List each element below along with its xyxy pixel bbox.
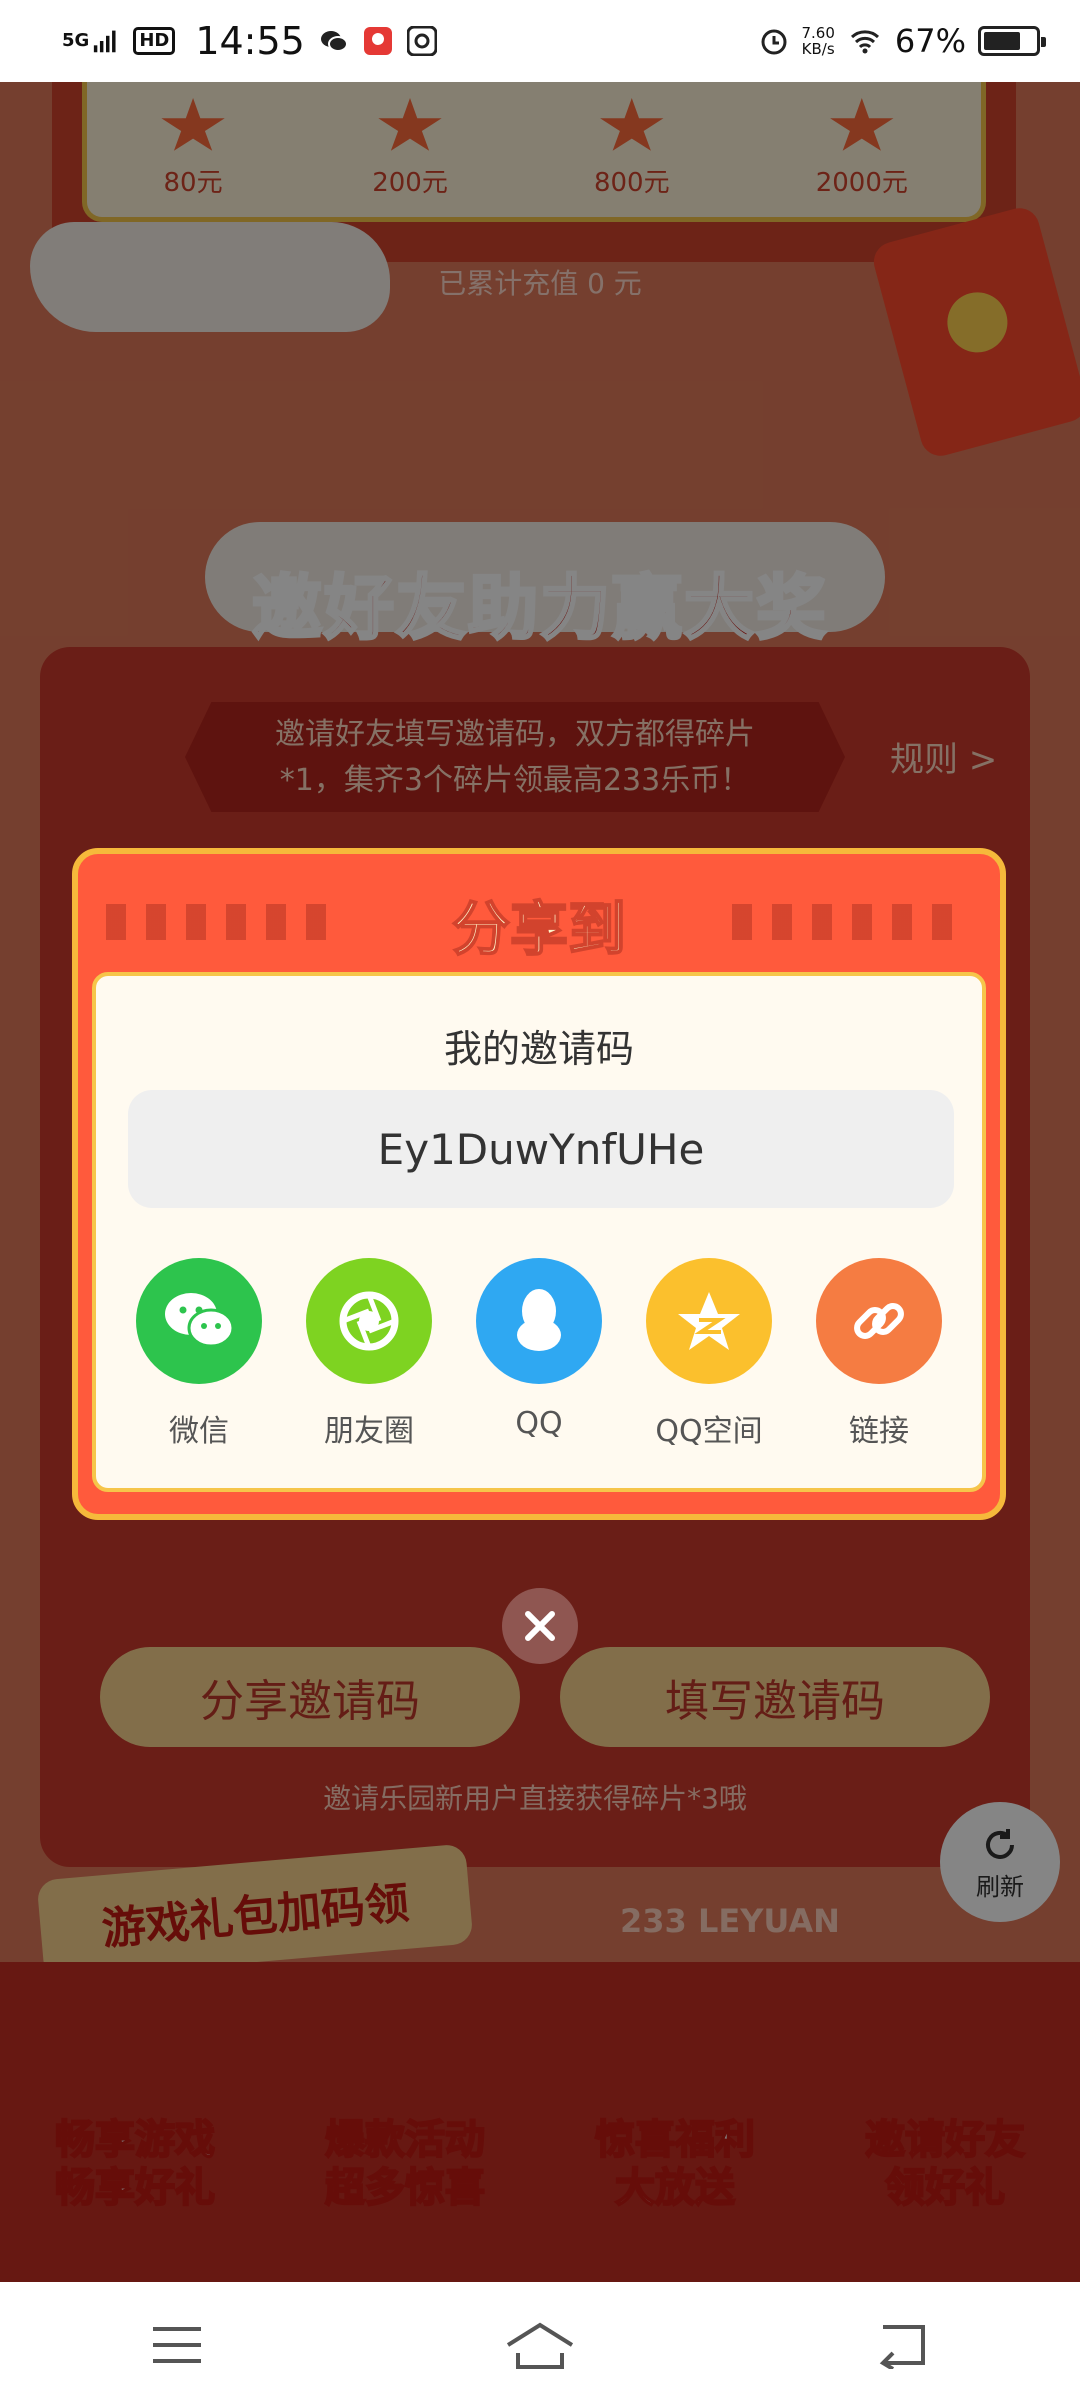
share-targets: 微信 朋友圈 QQ QQ空间 链接 <box>96 1258 982 1450</box>
home-icon[interactable] <box>504 2319 576 2371</box>
menu-icon[interactable] <box>149 2323 205 2367</box>
share-wechat[interactable]: 微信 <box>124 1258 274 1450</box>
share-link[interactable]: 链接 <box>804 1258 954 1450</box>
app-notification-icon <box>363 27 392 55</box>
alarm-icon <box>761 29 787 55</box>
hd-badge: HD <box>133 27 176 55</box>
share-label: 朋友圈 <box>324 1414 414 1449</box>
wechat-icon <box>136 1258 262 1384</box>
share-label: QQ <box>515 1406 563 1441</box>
status-bar: 5G HD 14:55 7.60 KB/s 67% <box>0 0 1080 82</box>
clock: 14:55 <box>195 19 305 63</box>
link-icon <box>816 1258 942 1384</box>
qzone-icon <box>646 1258 772 1384</box>
wechat-notification-icon <box>320 31 348 52</box>
close-dialog-button[interactable] <box>502 1588 578 1664</box>
share-label: QQ空间 <box>655 1414 763 1449</box>
moments-icon <box>306 1258 432 1384</box>
battery-icon <box>978 26 1046 56</box>
qq-icon <box>476 1258 602 1384</box>
dialog-body: 我的邀请码 Ey1DuwYnfUHe 微信 朋友圈 QQ QQ空间 链接 <box>92 972 986 1492</box>
back-icon[interactable] <box>875 2321 931 2369</box>
share-dialog: 分享到 我的邀请码 Ey1DuwYnfUHe 微信 朋友圈 QQ QQ空间 链接 <box>72 848 1006 1520</box>
share-label: 链接 <box>849 1414 909 1449</box>
share-label: 微信 <box>169 1414 229 1449</box>
share-qzone[interactable]: QQ空间 <box>634 1258 784 1450</box>
battery-percent: 67% <box>894 22 966 60</box>
invite-code-label: 我的邀请码 <box>443 1027 634 1071</box>
close-icon <box>525 1611 555 1641</box>
network-type: 5G <box>62 30 90 51</box>
network-speed: 7.60 KB/s <box>801 24 835 58</box>
share-moments[interactable]: 朋友圈 <box>294 1258 444 1450</box>
dialog-header: 分享到 <box>78 854 1000 974</box>
dialog-title: 分享到 <box>451 894 627 964</box>
wifi-icon <box>850 30 879 54</box>
invite-code-field[interactable]: Ey1DuwYnfUHe <box>128 1090 954 1208</box>
signal-icon <box>94 30 116 53</box>
at-notification-icon <box>406 26 437 56</box>
system-nav-bar <box>0 2282 1080 2408</box>
share-qq[interactable]: QQ <box>464 1258 614 1450</box>
